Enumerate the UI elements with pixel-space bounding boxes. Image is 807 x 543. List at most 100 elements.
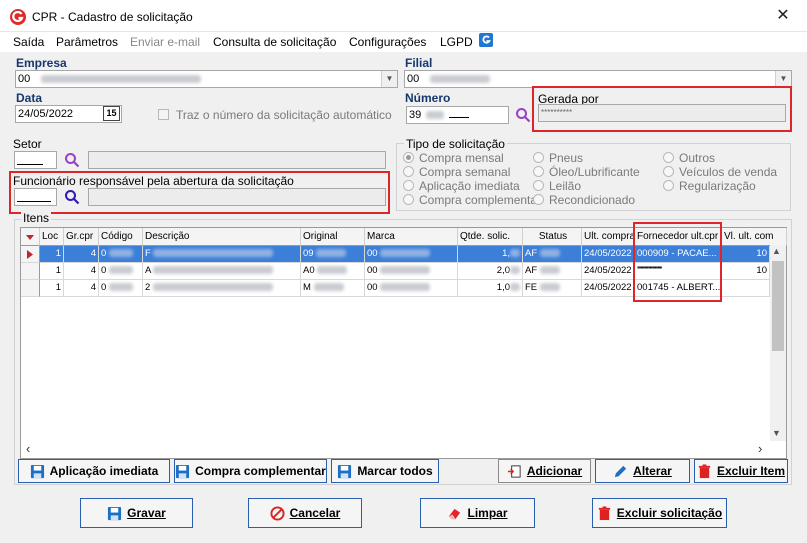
menu-saida[interactable]: Saída (13, 35, 44, 49)
cell-ult-compra[interactable]: 24/05/2022 (582, 280, 635, 297)
cell-codigo[interactable]: 0 (99, 263, 143, 280)
fornecedor-highlight (633, 222, 722, 302)
radio-oleo-lubrificante[interactable] (533, 166, 544, 177)
numero-input[interactable]: 39 (406, 106, 509, 124)
menu-configuracoes[interactable]: Configurações (349, 35, 426, 49)
excluir-solicitacao-label: Excluir solicitação (616, 506, 723, 520)
menu-enviar-email[interactable]: Enviar e-mail (130, 35, 200, 49)
col-header-original[interactable]: Original (301, 228, 365, 246)
cell-ult-compra[interactable]: 24/05/2022 (582, 263, 635, 280)
radio-outros[interactable] (663, 152, 674, 163)
cell-vl-ult[interactable]: 10 (722, 263, 770, 280)
grid-corner[interactable] (21, 228, 40, 246)
radio-label: Aplicação imediata (419, 179, 520, 193)
excluir-solicitacao-button[interactable]: Excluir solicitação (592, 498, 727, 528)
row-indicator[interactable] (21, 280, 40, 297)
aplicacao-imediata-button[interactable]: Aplicação imediata (18, 459, 170, 483)
cell-original[interactable]: M (301, 280, 365, 297)
cell-status[interactable]: FE (523, 280, 582, 297)
radio-veiculos-venda[interactable] (663, 166, 674, 177)
excluir-item-button[interactable]: Excluir Item (694, 459, 788, 483)
col-header-vl-ult[interactable]: Vl. ult. com (722, 228, 787, 246)
cell-codigo[interactable]: 0 (99, 280, 143, 297)
cell-loc[interactable]: 1 (40, 280, 64, 297)
adicionar-button[interactable]: Adicionar (498, 459, 591, 483)
gravar-button[interactable]: Gravar (80, 498, 193, 528)
cell-ult-compra[interactable]: 24/05/2022 (582, 246, 635, 263)
radio-pneus[interactable] (533, 152, 544, 163)
cell-vl-ult[interactable]: 10 (722, 246, 770, 263)
cell-marca[interactable]: 00 (365, 246, 458, 263)
close-icon[interactable]: ✕ (772, 5, 794, 27)
scroll-up-icon[interactable]: ▲ (772, 246, 781, 256)
cell-marca[interactable]: 00 (365, 263, 458, 280)
cell-gr[interactable]: 4 (64, 246, 99, 263)
radio-compra-mensal[interactable] (403, 152, 414, 163)
calendar-icon[interactable]: 15 (103, 106, 120, 121)
col-header-ult-compra[interactable]: Ult. compra (582, 228, 635, 246)
radio-compra-semanal[interactable] (403, 166, 414, 177)
cell-gr[interactable]: 4 (64, 263, 99, 280)
auto-number-checkbox[interactable] (158, 109, 169, 120)
cell-descricao[interactable]: A (143, 263, 301, 280)
aplicacao-imediata-label: Aplicação imediata (49, 464, 159, 478)
funcionario-label: Funcionário responsável pela abertura da… (13, 174, 294, 188)
cell-marca[interactable]: 00 (365, 280, 458, 297)
cell-status[interactable]: AF (523, 263, 582, 280)
radio-aplicacao-imediata[interactable] (403, 180, 414, 191)
cell-status[interactable]: AF (523, 246, 582, 263)
search-icon[interactable] (64, 152, 80, 168)
radio-compra-complementar[interactable] (403, 194, 414, 205)
chevron-down-icon[interactable]: ▼ (775, 71, 791, 87)
menu-parametros[interactable]: Parâmetros (56, 35, 118, 49)
chevron-down-icon[interactable]: ▼ (381, 71, 397, 87)
scroll-left-icon[interactable]: ‹ (26, 441, 30, 456)
cell-descricao[interactable]: 2 (143, 280, 301, 297)
col-header-status[interactable]: Status (523, 228, 582, 246)
row-indicator[interactable] (21, 246, 40, 263)
menu-lgpd[interactable]: LGPD (440, 35, 473, 49)
cell-loc[interactable]: 1 (40, 246, 64, 263)
cell-codigo[interactable]: 0 (99, 246, 143, 263)
col-header-grcpr[interactable]: Gr.cpr (64, 228, 99, 246)
cell-vl-ult[interactable] (722, 280, 770, 297)
redacted-text (41, 75, 202, 84)
cell-original[interactable]: A0 (301, 263, 365, 280)
scroll-down-icon[interactable]: ▼ (772, 428, 781, 438)
scroll-right-icon[interactable]: › (758, 441, 762, 456)
col-header-codigo[interactable]: Código (99, 228, 143, 246)
cancelar-button[interactable]: Cancelar (248, 498, 362, 528)
compra-complementar-button[interactable]: Compra complementar (174, 459, 327, 483)
col-header-descricao[interactable]: Descrição (143, 228, 301, 246)
cell-gr[interactable]: 4 (64, 280, 99, 297)
menu-consulta-solicitacao[interactable]: Consulta de solicitação (213, 35, 336, 49)
filial-label: Filial (405, 56, 433, 70)
col-header-qtde[interactable]: Qtde. solic. (458, 228, 523, 246)
search-icon[interactable] (64, 189, 80, 205)
radio-regularizacao[interactable] (663, 180, 674, 191)
cell-descricao[interactable]: F (143, 246, 301, 263)
funcionario-code-input[interactable] (14, 188, 57, 206)
alterar-button[interactable]: Alterar (595, 459, 690, 483)
cell-qtde[interactable]: 2,0 (458, 263, 523, 280)
radio-label: Compra semanal (419, 165, 511, 179)
radio-recondicionado[interactable] (533, 194, 544, 205)
search-icon[interactable] (515, 107, 531, 123)
empresa-value: 00 (18, 73, 31, 85)
limpar-button[interactable]: Limpar (420, 498, 535, 528)
marcar-todos-button[interactable]: Marcar todos (331, 459, 439, 483)
lgpd-shield-icon[interactable] (478, 32, 494, 48)
col-header-marca[interactable]: Marca (365, 228, 458, 246)
radio-leilao[interactable] (533, 180, 544, 191)
trash-icon (598, 505, 610, 520)
setor-code-input[interactable] (14, 151, 57, 169)
cell-loc[interactable]: 1 (40, 263, 64, 280)
scroll-thumb[interactable] (772, 261, 784, 351)
radio-label: Compra mensal (419, 151, 504, 165)
cell-original[interactable]: 09 (301, 246, 365, 263)
cell-qtde[interactable]: 1,0 (458, 280, 523, 297)
row-indicator[interactable] (21, 263, 40, 280)
col-header-loc[interactable]: Loc (40, 228, 64, 246)
cell-qtde[interactable]: 1, (458, 246, 523, 263)
empresa-select[interactable]: 00 ▼ (15, 70, 398, 88)
